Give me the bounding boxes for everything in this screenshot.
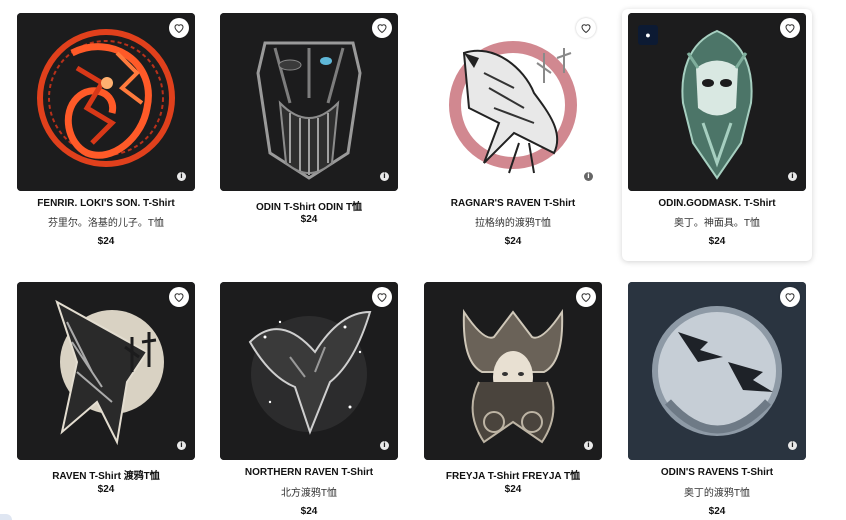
product-title[interactable]: RAGNAR'S RAVEN T-Shirt <box>424 198 602 209</box>
favorite-heart-button[interactable] <box>169 287 189 307</box>
product-title[interactable]: ODIN T-Shirt ODIN T恤 <box>220 198 398 213</box>
raven-runes-art <box>17 282 195 460</box>
heart-icon <box>174 24 184 34</box>
product-price: $24 <box>97 484 115 495</box>
product-subtitle: 北方渡鸦T恤 <box>280 488 338 499</box>
product-price: $24 <box>708 506 726 517</box>
heart-icon <box>581 293 591 303</box>
info-icon[interactable]: i <box>177 441 186 450</box>
heart-icon <box>174 293 184 303</box>
product-image-fenrir[interactable]: i <box>17 13 195 191</box>
product-subtitle: 奥丁的渡鸦T恤 <box>683 488 751 499</box>
product-card[interactable]: i NORTHERN RAVEN T-Shirt 北方渡鸦T恤 $24 <box>220 282 398 518</box>
heart-icon <box>377 293 387 303</box>
info-icon[interactable]: i <box>584 441 593 450</box>
favorite-heart-button[interactable] <box>576 287 596 307</box>
brand-badge-icon: ● <box>638 25 658 45</box>
product-price: $24 <box>504 484 522 495</box>
favorite-heart-button[interactable] <box>780 287 800 307</box>
corner-widget[interactable] <box>0 514 12 520</box>
favorite-heart-button[interactable] <box>576 18 596 38</box>
ragnar-raven-art <box>424 13 602 191</box>
northern-raven-art <box>220 282 398 460</box>
product-subtitle: 奥丁。神面具。T恤 <box>673 218 761 229</box>
product-image-odin[interactable]: i <box>220 13 398 191</box>
product-card[interactable]: i RAVEN T-Shirt 渡鸦T恤 $24 <box>17 282 195 502</box>
heart-icon <box>377 24 387 34</box>
product-card[interactable]: i RAGNAR'S RAVEN T-Shirt 拉格纳的渡鸦T恤 $24 <box>424 13 602 253</box>
info-icon[interactable]: i <box>380 172 389 181</box>
info-icon[interactable]: i <box>380 441 389 450</box>
product-card[interactable]: ● i ODIN.GODMASK. T-Shirt 奥丁。神面具。T恤 $24 <box>622 9 812 261</box>
freyja-art <box>424 282 602 460</box>
product-title[interactable]: RAVEN T-Shirt 渡鸦T恤 <box>17 467 195 482</box>
info-icon[interactable]: i <box>788 172 797 181</box>
product-image-ragnar-raven[interactable]: i <box>424 13 602 191</box>
product-subtitle: 芬里尔。洛基的儿子。T恤 <box>47 218 165 229</box>
heart-icon <box>581 24 591 34</box>
heart-icon <box>785 293 795 303</box>
product-title[interactable]: ODIN.GODMASK. T-Shirt <box>622 198 812 209</box>
info-icon[interactable]: i <box>788 441 797 450</box>
product-price: $24 <box>708 236 726 247</box>
product-image-freyja[interactable]: i <box>424 282 602 460</box>
product-price: $24 <box>300 506 318 517</box>
product-price: $24 <box>300 214 318 225</box>
favorite-heart-button[interactable] <box>372 287 392 307</box>
info-icon[interactable]: i <box>584 172 593 181</box>
product-image-odins-ravens[interactable]: i <box>628 282 806 460</box>
fenrir-wolf-art <box>17 13 195 191</box>
product-image-northern-raven[interactable]: i <box>220 282 398 460</box>
product-title[interactable]: FENRIR. LOKI'S SON. T-Shirt <box>17 198 195 209</box>
product-title[interactable]: NORTHERN RAVEN T-Shirt <box>220 467 398 478</box>
product-title[interactable]: FREYJA T-Shirt FREYJA T恤 <box>424 467 602 482</box>
product-title[interactable]: ODIN'S RAVENS T-Shirt <box>628 467 806 478</box>
info-icon[interactable]: i <box>177 172 186 181</box>
product-card[interactable]: i ODIN T-Shirt ODIN T恤 $24 <box>220 13 398 233</box>
heart-icon <box>785 24 795 34</box>
product-card[interactable]: i FREYJA T-Shirt FREYJA T恤 $24 <box>424 282 602 502</box>
favorite-heart-button[interactable] <box>780 18 800 38</box>
product-card[interactable]: i ODIN'S RAVENS T-Shirt 奥丁的渡鸦T恤 $24 <box>628 282 806 518</box>
odins-ravens-art <box>628 282 806 460</box>
product-image-raven[interactable]: i <box>17 282 195 460</box>
product-card[interactable]: i FENRIR. LOKI'S SON. T-Shirt 芬里尔。洛基的儿子。… <box>17 13 195 253</box>
product-price: $24 <box>504 236 522 247</box>
product-subtitle: 拉格纳的渡鸦T恤 <box>474 218 552 229</box>
favorite-heart-button[interactable] <box>372 18 392 38</box>
favorite-heart-button[interactable] <box>169 18 189 38</box>
product-image-odin-godmask[interactable]: ● i <box>628 13 806 191</box>
odin-face-art <box>220 13 398 191</box>
product-price: $24 <box>97 236 115 247</box>
